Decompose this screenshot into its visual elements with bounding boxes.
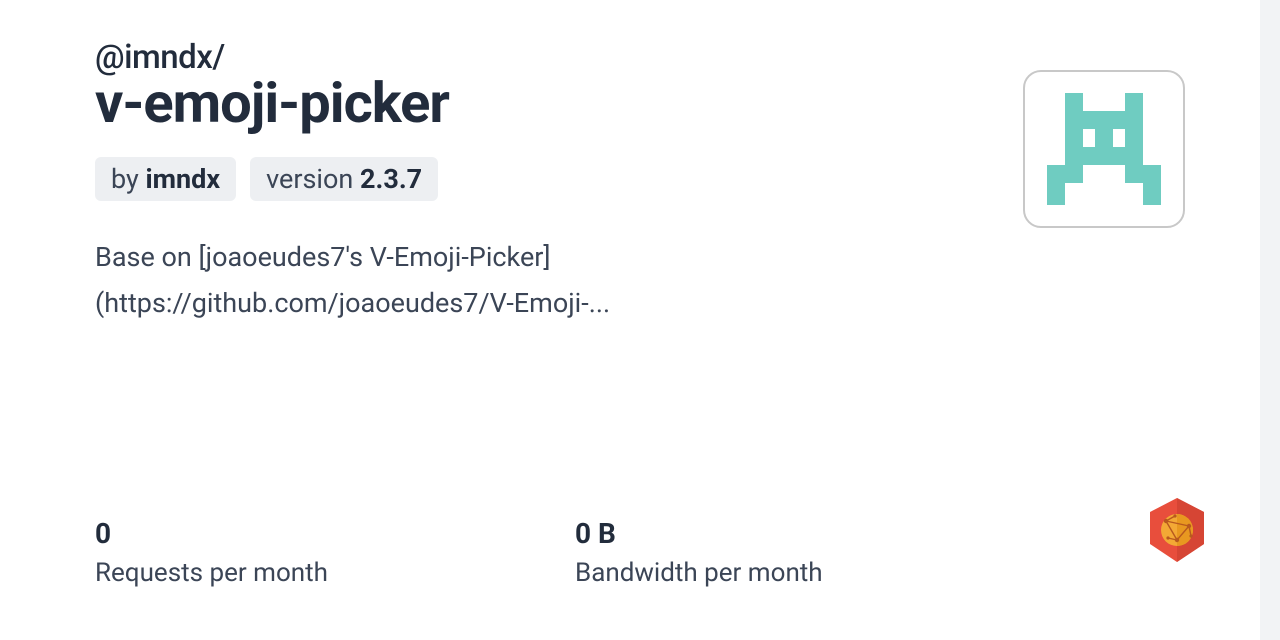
author-badge[interactable]: by imndx — [95, 157, 236, 201]
version-badge: version 2.3.7 — [250, 157, 438, 201]
stat-requests: 0 Requests per month — [95, 517, 575, 588]
stat-bandwidth-label: Bandwidth per month — [575, 558, 1055, 588]
stat-requests-value: 0 — [95, 517, 575, 550]
package-name: v-emoji-picker — [95, 74, 1023, 133]
package-description: Base on [joaoeudes7's V-Emoji-Picker](ht… — [95, 235, 775, 326]
version-prefix: version — [266, 163, 360, 195]
author-prefix: by — [111, 163, 146, 195]
stat-bandwidth: 0 B Bandwidth per month — [575, 517, 1055, 588]
version-number: 2.3.7 — [360, 163, 422, 195]
stat-bandwidth-value: 0 B — [575, 517, 1055, 550]
package-icon — [1023, 70, 1185, 228]
identicon-icon — [1039, 85, 1169, 213]
jsdelivr-logo-icon — [1146, 496, 1208, 570]
stat-requests-label: Requests per month — [95, 558, 575, 588]
author-name: imndx — [146, 163, 221, 195]
